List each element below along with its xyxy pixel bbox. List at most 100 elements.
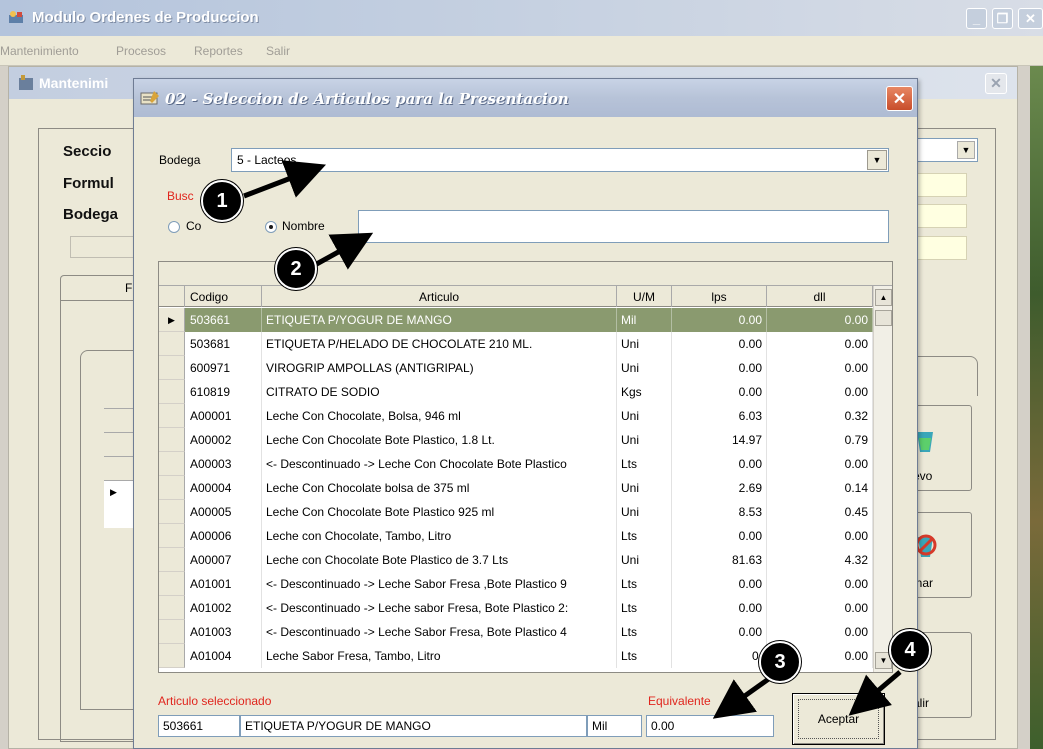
bodega-select[interactable]: 5 - Lacteos ▼ <box>231 148 889 172</box>
mini-grid-row <box>104 456 134 480</box>
cell-um: Uni <box>617 476 672 500</box>
menu-mantenimiento[interactable]: Mantenimiento <box>0 44 79 58</box>
label-seccion: Seccio <box>63 143 112 160</box>
cell-um: Lts <box>617 524 672 548</box>
chevron-down-icon[interactable]: ▼ <box>867 150 887 170</box>
maintenance-close-button[interactable]: ✕ <box>985 73 1007 94</box>
cell-codigo: A00002 <box>185 428 262 452</box>
table-row[interactable]: A01002 <- Descontinuado -> Leche sabor Fr… <box>159 596 873 620</box>
annotation-badge-2: 2 <box>275 248 317 290</box>
cell-um: Uni <box>617 404 672 428</box>
header-um[interactable]: U/M <box>617 286 672 307</box>
cell-lps: 0. <box>672 644 767 668</box>
app-icon <box>9 11 23 23</box>
header-articulo[interactable]: Articulo <box>262 286 617 307</box>
table-row[interactable]: A00006 Leche con Chocolate, Tambo, Litro L… <box>159 524 873 548</box>
row-indicator[interactable] <box>159 500 185 524</box>
row-indicator[interactable] <box>159 620 185 644</box>
menu-reportes[interactable]: Reportes <box>194 44 243 58</box>
close-button[interactable]: ✕ <box>1018 8 1043 29</box>
annotation-badge-3: 3 <box>759 641 801 683</box>
aceptar-button[interactable]: Aceptar <box>792 693 885 745</box>
row-indicator[interactable] <box>159 548 185 572</box>
article-selection-dialog: 02 - Seleccion de Articulos para la Pres… <box>133 78 918 749</box>
row-indicator[interactable] <box>159 524 185 548</box>
cell-lps: 0.00 <box>672 620 767 644</box>
minimize-button[interactable]: _ <box>966 8 987 29</box>
maximize-button[interactable]: ❐ <box>992 8 1013 29</box>
cell-dll: 0.00 <box>767 596 873 620</box>
menu-procesos[interactable]: Procesos <box>116 44 166 58</box>
table-row[interactable]: A00007 Leche con Chocolate Bote Plastico … <box>159 548 873 572</box>
row-indicator[interactable] <box>159 596 185 620</box>
header-dll[interactable]: dll <box>767 286 873 307</box>
row-indicator[interactable] <box>159 428 185 452</box>
row-indicator[interactable] <box>159 572 185 596</box>
table-row[interactable]: A00004 Leche Con Chocolate bolsa de 375 m… <box>159 476 873 500</box>
cell-codigo: A01001 <box>185 572 262 596</box>
table-row[interactable]: A00003 <- Descontinuado -> Leche Con Choc… <box>159 452 873 476</box>
scroll-thumb[interactable] <box>875 310 892 326</box>
grid-scrollbar[interactable]: ▲ ▼ <box>873 286 892 672</box>
row-indicator[interactable] <box>159 332 185 356</box>
table-row[interactable]: ▶ 503661 ETIQUETA P/YOGUR DE MANGO Mil 0.00 0… <box>159 308 873 332</box>
seccion-combo[interactable]: ▼ <box>912 138 978 162</box>
cell-codigo: 503661 <box>185 308 262 332</box>
row-indicator[interactable] <box>159 356 185 380</box>
bodega-selected-value: 5 - Lacteos <box>237 153 297 167</box>
nuevo-button[interactable]: evo <box>912 405 972 491</box>
cell-um: Lts <box>617 620 672 644</box>
cell-articulo: CITRATO DE SODIO <box>262 380 617 404</box>
cell-lps: 8.53 <box>672 500 767 524</box>
chevron-down-icon: ▼ <box>957 141 975 159</box>
formula-field[interactable] <box>912 173 967 197</box>
grid-group-bar <box>159 262 892 286</box>
cell-articulo: Leche Con Chocolate bolsa de 375 ml <box>262 476 617 500</box>
row-indicator[interactable] <box>159 644 185 668</box>
header-lps[interactable]: lps <box>672 286 767 307</box>
row-pointer-icon[interactable]: ▶ <box>159 308 185 332</box>
cell-lps: 81.63 <box>672 548 767 572</box>
table-row[interactable]: A01003 <- Descontinuado -> Leche Sabor Fr… <box>159 620 873 644</box>
bg-field <box>70 236 135 258</box>
row-indicator[interactable] <box>159 380 185 404</box>
table-row[interactable]: 503681 ETIQUETA P/HELADO DE CHOCOLATE 210… <box>159 332 873 356</box>
menu-salir[interactable]: Salir <box>266 44 290 58</box>
radio-codigo[interactable] <box>168 221 180 233</box>
dialog-close-button[interactable]: ✕ <box>886 86 913 111</box>
scroll-up-icon[interactable]: ▲ <box>875 289 892 306</box>
header-codigo[interactable]: Codigo <box>185 286 262 307</box>
table-row[interactable]: A00001 Leche Con Chocolate, Bolsa, 946 ml… <box>159 404 873 428</box>
cell-dll: 0.00 <box>767 524 873 548</box>
cell-um: Uni <box>617 500 672 524</box>
cell-lps: 0.00 <box>672 596 767 620</box>
label-formula: Formul <box>63 175 114 192</box>
equivalente-input[interactable]: 0.00 <box>646 715 774 737</box>
cell-lps: 6.03 <box>672 404 767 428</box>
app-title: Modulo Ordenes de Produccion <box>32 9 259 26</box>
cell-codigo: A00006 <box>185 524 262 548</box>
cell-articulo: Leche con Chocolate Bote Plastico de 3.7… <box>262 548 617 572</box>
close-icon: ✕ <box>1025 10 1036 26</box>
table-row[interactable]: 610819 CITRATO DE SODIO Kgs 0.00 0.00 <box>159 380 873 404</box>
row-indicator[interactable] <box>159 404 185 428</box>
bodega-field[interactable] <box>912 204 967 228</box>
radio-nombre-label: Nombre <box>282 219 325 233</box>
table-row[interactable]: A00002 Leche Con Chocolate Bote Plastico,… <box>159 428 873 452</box>
cell-articulo: Leche Con Chocolate Bote Plastico 925 ml <box>262 500 617 524</box>
table-row[interactable]: A00005 Leche Con Chocolate Bote Plastico … <box>159 500 873 524</box>
mini-grid-row <box>104 432 134 456</box>
cell-codigo: A01002 <box>185 596 262 620</box>
row-indicator[interactable] <box>159 452 185 476</box>
row-indicator[interactable] <box>159 476 185 500</box>
eliminar-button[interactable]: inar <box>912 512 972 598</box>
cell-lps: 2.69 <box>672 476 767 500</box>
search-input[interactable] <box>358 210 889 243</box>
tab-f[interactable]: F <box>60 275 138 301</box>
header-indicator <box>159 286 185 307</box>
table-row[interactable]: 600971 VIROGRIP AMPOLLAS (ANTIGRIPAL) Uni 0… <box>159 356 873 380</box>
radio-nombre[interactable] <box>265 221 277 233</box>
extra-field[interactable] <box>912 236 967 260</box>
table-row[interactable]: A01001 <- Descontinuado -> Leche Sabor Fr… <box>159 572 873 596</box>
cell-um: Kgs <box>617 380 672 404</box>
